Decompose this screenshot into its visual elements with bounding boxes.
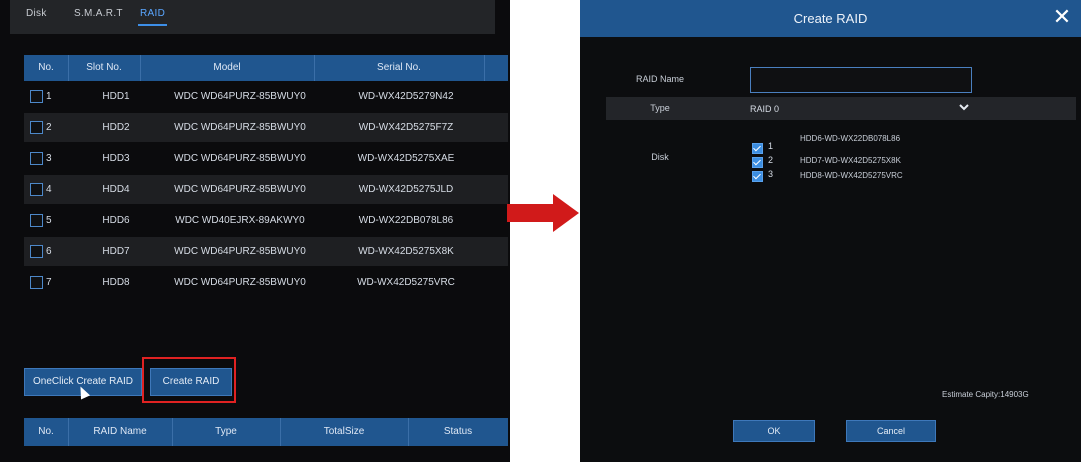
serial-no: WD-WX42D5279N42 [358, 91, 454, 102]
row-number: 2 [46, 122, 52, 133]
highlight-annotation [142, 357, 236, 403]
disk-checkbox[interactable] [752, 157, 763, 168]
row-number: 5 [46, 215, 52, 226]
serial-no: WD-WX42D5275JLD [358, 184, 454, 195]
slot-no: HDD2 [102, 122, 130, 133]
serial-no: WD-WX42D5275X8K [358, 246, 454, 257]
row-checkbox[interactable] [30, 121, 43, 134]
disk-checkbox[interactable] [752, 171, 763, 182]
disk-name: HDD8-WD-WX42D5275VRC [800, 171, 903, 180]
row-checkbox[interactable] [30, 183, 43, 196]
row-checkbox[interactable] [30, 214, 43, 227]
tab-raid[interactable]: RAID [138, 8, 168, 26]
column-header-slot: Slot No. [86, 62, 122, 73]
row-number: 4 [46, 184, 52, 195]
tab-disk[interactable]: Disk [24, 8, 49, 24]
cancel-button[interactable]: Cancel [846, 420, 936, 442]
tab-smart[interactable]: S.M.A.R.T [72, 8, 125, 24]
slot-no: HDD1 [102, 91, 130, 102]
column-header-no: No. [38, 62, 54, 73]
disk-label: Disk [651, 152, 669, 162]
red-arrow-icon [507, 204, 555, 222]
column-header-status: Status [443, 426, 473, 437]
close-icon[interactable]: ✕ [1049, 4, 1075, 30]
column-header-raid-name: RAID Name [93, 426, 147, 437]
disk-number: 2 [768, 155, 774, 165]
table-row[interactable]: 5 HDD6 WDC WD40EJRX-89AKWY0 WD-WX22DB078… [24, 206, 508, 235]
serial-no: WD-WX42D5275XAE [357, 153, 455, 164]
dialog-title: Create RAID [793, 11, 868, 26]
type-label: Type [650, 103, 670, 113]
disk-model: WDC WD64PURZ-85BWUY0 [174, 277, 306, 288]
row-checkbox[interactable] [30, 152, 43, 165]
table-row[interactable]: 7 HDD8 WDC WD64PURZ-85BWUY0 WD-WX42D5275… [24, 268, 508, 297]
raid-name-input[interactable] [750, 67, 972, 93]
column-header-type: Type [215, 426, 237, 437]
column-header-totalsize: TotalSize [323, 426, 365, 437]
slot-no: HDD3 [102, 153, 130, 164]
disk-checkbox[interactable] [752, 143, 763, 154]
disk-model: WDC WD64PURZ-85BWUY0 [174, 153, 306, 164]
disk-model: WDC WD64PURZ-85BWUY0 [174, 91, 306, 102]
row-checkbox[interactable] [30, 90, 43, 103]
table-row[interactable]: 3 HDD3 WDC WD64PURZ-85BWUY0 WD-WX42D5275… [24, 144, 508, 173]
create-raid-dialog: Create RAID ✕ RAID Name Type RAID 0 Disk… [580, 0, 1081, 462]
table-row[interactable]: 6 HDD7 WDC WD64PURZ-85BWUY0 WD-WX42D5275… [24, 237, 508, 266]
column-header-no: No. [38, 426, 54, 437]
disk-number: 1 [768, 141, 774, 151]
row-number: 1 [46, 91, 52, 102]
row-checkbox[interactable] [30, 276, 43, 289]
column-header-serial: Serial No. [377, 62, 421, 73]
disk-model: WDC WD64PURZ-85BWUY0 [174, 246, 306, 257]
disk-management-panel: Disk S.M.A.R.T RAID No. Slot No. Model S… [0, 0, 510, 462]
slot-no: HDD4 [102, 184, 130, 195]
slot-no: HDD7 [102, 246, 130, 257]
slot-no: HDD6 [102, 215, 130, 226]
disk-model: WDC WD64PURZ-85BWUY0 [174, 122, 306, 133]
tab-bar: Disk S.M.A.R.T RAID [10, 0, 495, 34]
column-divider [484, 55, 485, 81]
arrow-head-icon [553, 194, 579, 232]
row-number: 3 [46, 153, 52, 164]
slot-no: HDD8 [102, 277, 130, 288]
disk-name: HDD6-WD-WX22DB078L86 [800, 134, 901, 143]
chevron-down-icon[interactable] [957, 100, 971, 114]
table-row[interactable]: 4 HDD4 WDC WD64PURZ-85BWUY0 WD-WX42D5275… [24, 175, 508, 204]
table-row[interactable]: 2 HDD2 WDC WD64PURZ-85BWUY0 WD-WX42D5275… [24, 113, 508, 142]
disk-name: HDD7-WD-WX42D5275X8K [800, 156, 901, 165]
serial-no: WD-WX42D5275F7Z [358, 122, 454, 133]
disk-model: WDC WD40EJRX-89AKWY0 [175, 215, 305, 226]
column-header-model: Model [213, 62, 241, 73]
disk-model: WDC WD64PURZ-85BWUY0 [174, 184, 306, 195]
ok-button[interactable]: OK [733, 420, 815, 442]
type-select[interactable]: RAID 0 [750, 99, 972, 119]
serial-no: WD-WX42D5275VRC [357, 277, 455, 288]
row-number: 6 [46, 246, 52, 257]
table-row[interactable]: 1 HDD1 WDC WD64PURZ-85BWUY0 WD-WX42D5279… [24, 82, 508, 111]
raid-name-label: RAID Name [635, 74, 684, 84]
row-checkbox[interactable] [30, 245, 43, 258]
estimate-capacity: Estimate Capity:14903G [942, 390, 1029, 399]
raid-table-header: No. RAID Name Type TotalSize Status [24, 418, 508, 446]
disk-table-header: No. Slot No. Model Serial No. [24, 55, 508, 81]
disk-number: 3 [768, 169, 774, 179]
row-number: 7 [46, 277, 52, 288]
dialog-titlebar: Create RAID ✕ [580, 0, 1081, 37]
serial-no: WD-WX22DB078L86 [358, 215, 454, 226]
